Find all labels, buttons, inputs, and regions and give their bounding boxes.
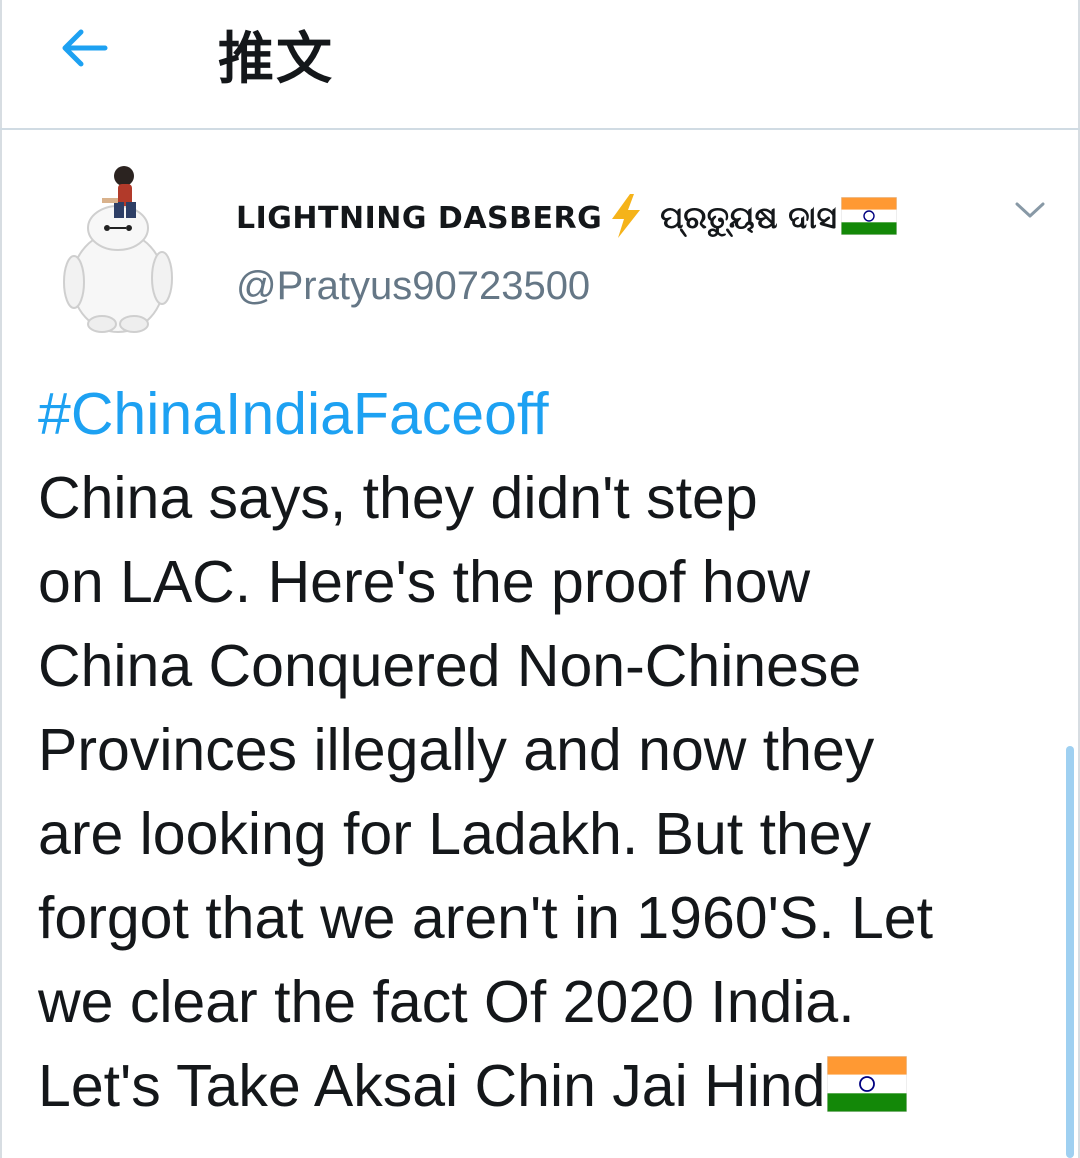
arrow-left-icon [59, 28, 109, 72]
tweet-menu-button[interactable] [1006, 192, 1054, 232]
tweet-line: forgot that we aren't in 1960'S. Let [38, 885, 933, 951]
back-button[interactable] [52, 20, 116, 80]
left-border [0, 0, 2, 1158]
page-title: 推文 [218, 27, 334, 92]
tweet-line: Provinces illegally and now they [38, 717, 875, 783]
top-bar: 推文 [0, 0, 1080, 130]
baymax-avatar-icon [58, 166, 176, 338]
tweet-line: Let's Take Aksai Chin Jai Hind [38, 1053, 826, 1119]
author-avatar[interactable] [58, 162, 176, 334]
chevron-down-icon [1014, 200, 1046, 224]
author-native-name: ପ୍ରତ୍ୟୁଷ ଦାସ [660, 199, 837, 236]
tweet-last-line: Let's Take Aksai Chin Jai Hind [38, 1044, 1048, 1128]
tweet-line: we clear the fact Of 2020 India. [38, 969, 855, 1035]
tweet-line: China says, they didn't step [38, 465, 758, 531]
tweet-line: on LAC. Here's the proof how [38, 549, 811, 615]
scrollbar[interactable] [1066, 746, 1074, 1158]
tweet-line: are looking for Ladakh. But they [38, 801, 872, 867]
india-flag-icon [826, 1050, 908, 1134]
tweet-line: China Conquered Non-Chinese [38, 633, 862, 699]
author-handle[interactable]: @Pratyus90723500 [236, 264, 590, 309]
hashtag-link[interactable]: #ChinaIndiaFaceoff [38, 372, 1048, 456]
lightning-bolt-icon [608, 193, 644, 243]
author-name-row[interactable]: LIGHTNING DASBERG ପ୍ରତ୍ୟୁଷ ଦାସ [236, 188, 898, 248]
author-display-name: LIGHTNING DASBERG [236, 200, 603, 236]
tweet-text: #ChinaIndiaFaceoff China says, they didn… [38, 372, 1048, 1128]
india-flag-icon [840, 196, 898, 239]
